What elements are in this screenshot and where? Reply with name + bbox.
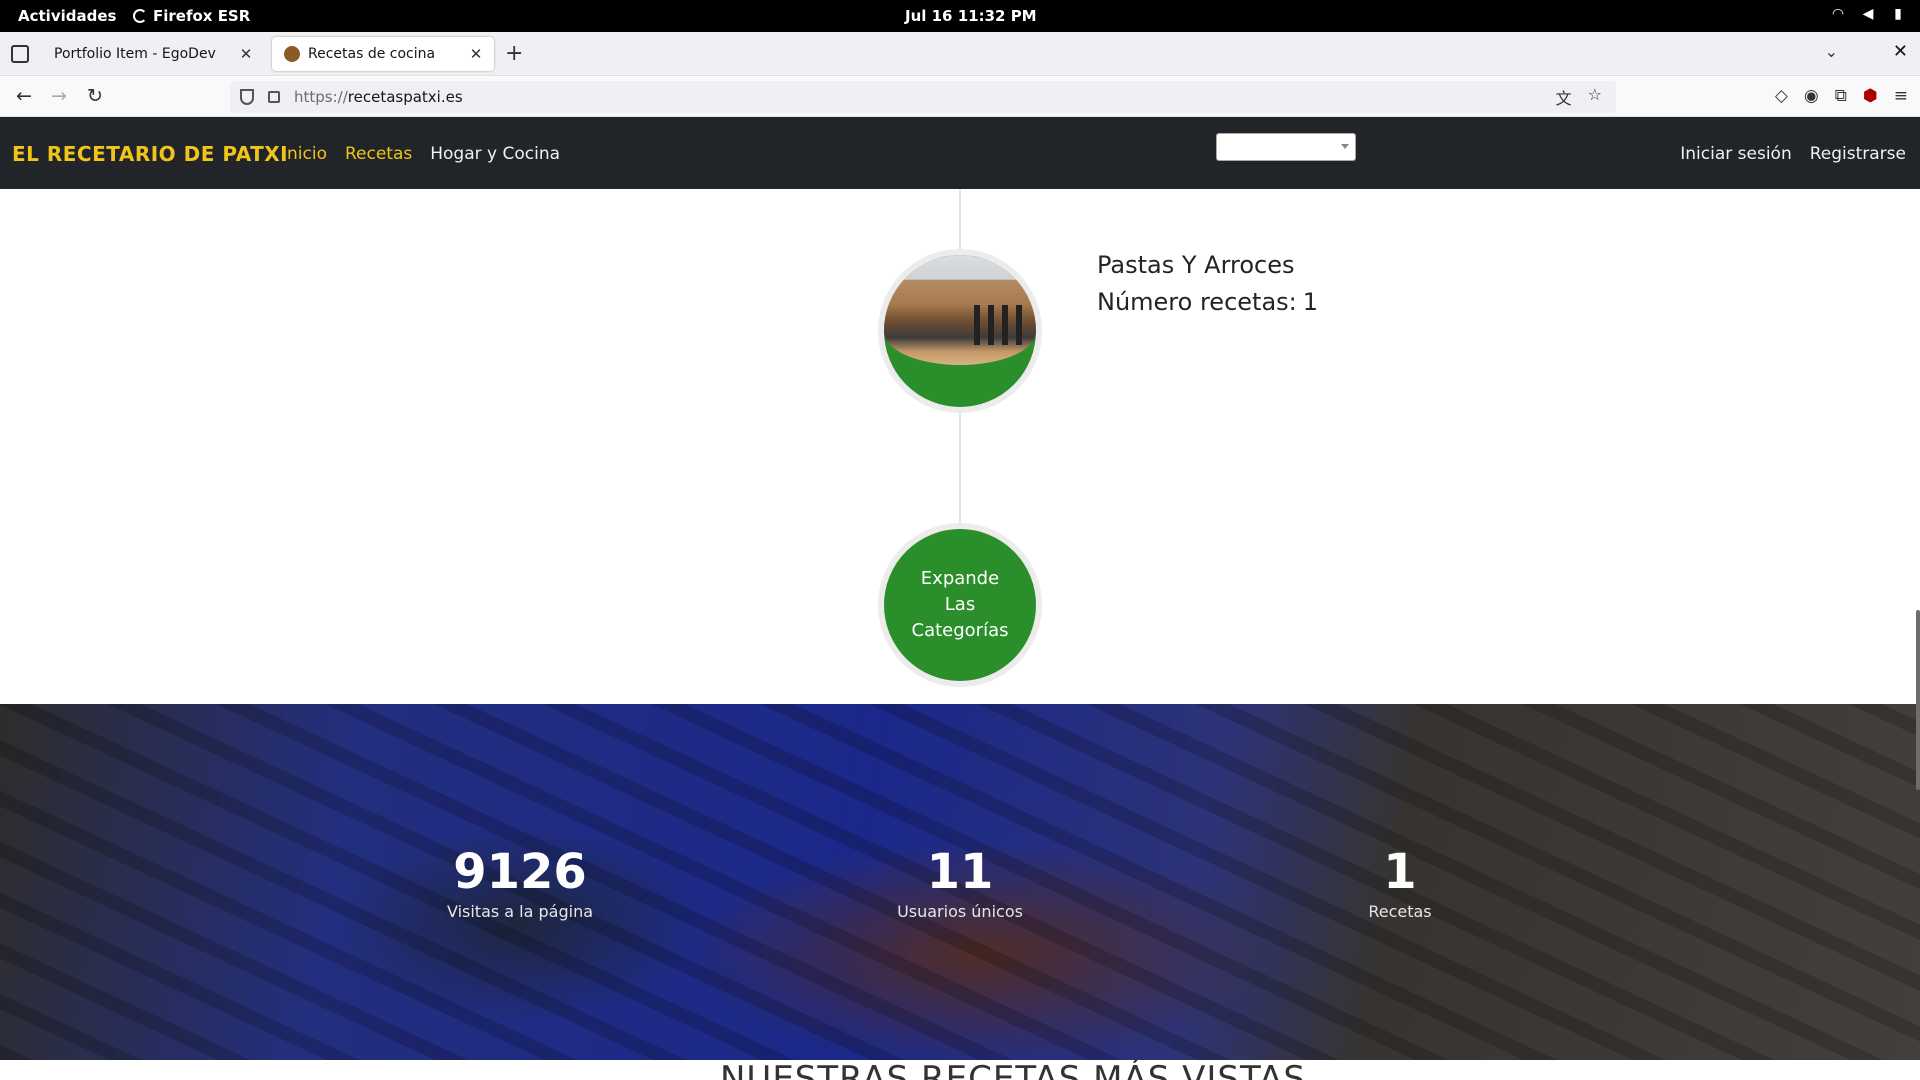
translate-icon[interactable]: 文	[1556, 85, 1572, 109]
stat-label: Recetas	[1368, 902, 1432, 921]
stat-value: 1	[1383, 844, 1417, 900]
language-select[interactable]	[1216, 133, 1356, 161]
account-icon[interactable]: ◉	[1804, 86, 1819, 106]
nav-recetas[interactable]: Recetas	[345, 144, 412, 164]
tab-label: Recetas de cocina	[308, 46, 436, 62]
favicon-icon	[284, 46, 300, 62]
nav-inicio[interactable]: Inicio	[282, 144, 327, 164]
forward-arrow-icon[interactable]: →	[47, 85, 71, 107]
system-top-bar: Actividades Firefox ESR Jul 16 11:32 PM …	[0, 0, 1920, 32]
navigation-toolbar: ← → ↻ https://recetaspatxi.es 文 ☆ ◇ ◉ ⧉ …	[0, 77, 1920, 117]
auth-links: Iniciar sesión Registrarse	[1680, 144, 1906, 164]
stats-banner: 9126 Visitas a la página 11 Usuarios úni…	[0, 704, 1920, 1060]
page-scrollbar[interactable]	[1916, 610, 1920, 790]
system-tray[interactable]: ◠ ◀ ▮	[1830, 6, 1906, 24]
stat-visits: 9126 Visitas a la página	[370, 844, 670, 921]
section-title: NUESTRAS RECETAS MÁS VISTAS	[720, 1060, 1306, 1080]
url-text[interactable]: https://recetaspatxi.es	[294, 88, 463, 106]
site-header: EL RECETARIO DE PATXI Inicio Recetas Hog…	[0, 117, 1920, 189]
lock-icon[interactable]	[268, 91, 280, 103]
category-info: Pastas Y Arroces Número recetas: 1	[1097, 247, 1318, 321]
shield-icon[interactable]	[240, 89, 254, 105]
tab-label: Portfolio Item - EgoDev	[54, 46, 216, 62]
app-name: Firefox ESR	[153, 7, 251, 25]
login-link[interactable]: Iniciar sesión	[1680, 144, 1791, 164]
pocket-icon[interactable]: ◇	[1775, 86, 1788, 106]
site-nav: Inicio Recetas Hogar y Cocina	[282, 144, 560, 164]
menu-icon[interactable]: ≡	[1894, 86, 1908, 106]
site-brand[interactable]: EL RECETARIO DE PATXI	[12, 142, 288, 166]
activities-button[interactable]: Actividades	[18, 7, 116, 25]
battery-icon: ▮	[1894, 6, 1902, 22]
stat-label: Visitas a la página	[446, 902, 594, 921]
url-bar[interactable]: https://recetaspatxi.es 文 ☆	[230, 81, 1616, 113]
firefox-view-icon[interactable]	[11, 45, 29, 63]
ublock-icon[interactable]: ⬢	[1863, 86, 1878, 106]
new-tab-icon[interactable]: +	[505, 41, 523, 66]
wifi-icon: ◠	[1832, 6, 1844, 22]
expand-categories-label: Expande Las Categorías	[911, 568, 1009, 641]
back-arrow-icon[interactable]: ←	[12, 85, 36, 107]
recipe-count: 1	[1302, 288, 1319, 316]
stat-value: 9126	[453, 844, 587, 900]
category-name[interactable]: Pastas Y Arroces	[1097, 247, 1318, 284]
bookmark-star-icon[interactable]: ☆	[1588, 85, 1602, 109]
toolbar-icons: ◇ ◉ ⧉ ⬢ ≡	[1775, 86, 1908, 106]
stat-value: 11	[926, 844, 994, 900]
stat-label: Usuarios únicos	[897, 902, 1023, 921]
close-icon[interactable]: ✕	[238, 45, 254, 63]
chevron-down-icon[interactable]: ⌄	[1825, 42, 1838, 61]
categories-timeline: Pastas Y Arroces Número recetas: 1 Expan…	[0, 189, 1920, 704]
close-icon[interactable]: ✕	[468, 45, 484, 63]
nav-hogar-cocina[interactable]: Hogar y Cocina	[430, 144, 560, 164]
expand-categories-button[interactable]: Expande Las Categorías	[878, 523, 1042, 687]
category-image	[884, 255, 1036, 365]
stat-recipes: 1 Recetas	[1250, 844, 1550, 921]
section-heading-top-recipes: NUESTRAS RECETAS MÁS VISTAS	[0, 1060, 1920, 1080]
app-menu[interactable]: Firefox ESR	[133, 7, 250, 25]
volume-icon: ◀	[1862, 6, 1874, 22]
tab-recetas[interactable]: Recetas de cocina ✕	[272, 37, 494, 71]
firefox-icon	[133, 9, 147, 23]
stat-unique-users: 11 Usuarios únicos	[810, 844, 1110, 921]
recipe-count-label: Número recetas:	[1097, 288, 1297, 316]
tab-portfolio[interactable]: Portfolio Item - EgoDev ✕	[42, 37, 264, 71]
category-node[interactable]	[878, 249, 1042, 413]
tab-strip: Portfolio Item - EgoDev ✕ Recetas de coc…	[0, 32, 1920, 76]
reload-icon[interactable]: ↻	[83, 85, 107, 107]
chevron-down-icon	[1341, 144, 1349, 149]
register-link[interactable]: Registrarse	[1810, 144, 1906, 164]
clock[interactable]: Jul 16 11:32 PM	[905, 7, 1037, 25]
extensions-icon[interactable]: ⧉	[1835, 86, 1847, 106]
window-close-icon[interactable]: ✕	[1893, 41, 1908, 62]
